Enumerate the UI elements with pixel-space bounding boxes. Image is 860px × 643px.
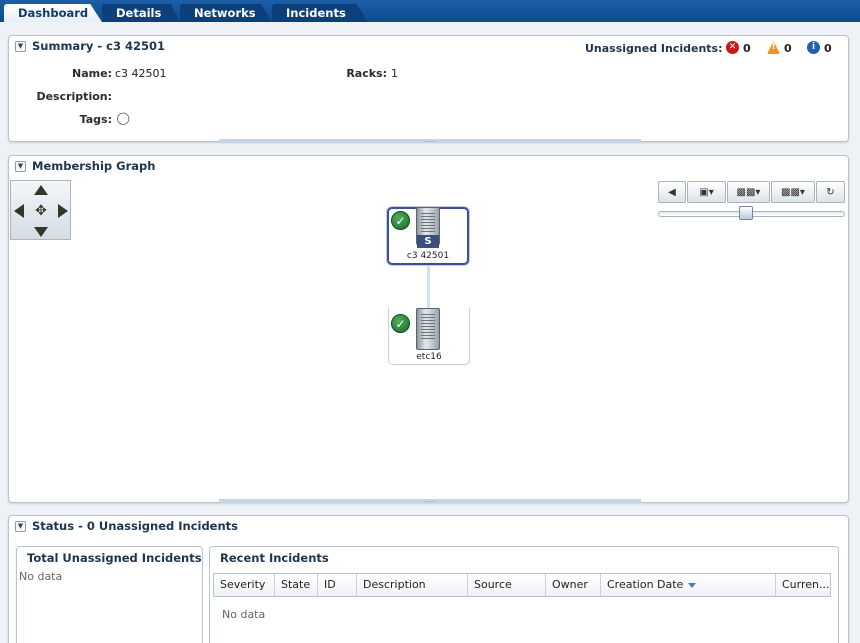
total-no-data: No data [19,570,63,583]
racks-label: Racks: [346,67,387,80]
tags-label: Tags: [79,113,112,126]
vertical-layout-button[interactable]: ▩▩▾ [771,181,815,203]
graph-edge [427,264,430,308]
grip-icon: .... [424,137,436,144]
vertical-tree-icon: ▩▩▾ [781,186,805,198]
name-value: c3 42501 [115,67,167,80]
pan-right-icon[interactable] [58,204,68,218]
layout-button[interactable]: ▣▾ [687,181,726,203]
info-icon[interactable]: i [807,41,820,54]
collapse-icon[interactable]: ▼ [15,520,26,532]
refresh-icon: ↻ [826,186,835,198]
summary-panel: ▼ Summary - c3 42501 .... [8,35,849,144]
collapse-icon[interactable]: ▼ [15,40,26,52]
column-owner[interactable]: Owner [546,574,601,596]
pan-left-icon[interactable] [14,204,24,218]
unassigned-incidents-label: Unassigned Incidents: [585,42,723,55]
critical-count[interactable]: 0 [743,42,751,55]
server-icon [416,308,440,350]
ok-check-icon: ✓ [391,211,410,230]
node-label: etc16 [416,352,442,362]
graph-title: Membership Graph [32,159,156,173]
horizontal-layout-button[interactable]: ▩▩▾ [727,181,770,203]
status-header: ▼ Status - 0 Unassigned Incidents [15,519,238,533]
column-creation-date[interactable]: Creation Date [601,574,776,596]
info-count[interactable]: 0 [824,42,832,55]
name-label: Name: [72,67,112,80]
column-source[interactable]: Source [468,574,546,596]
summary-title: Summary - c3 42501 [32,39,165,53]
column-severity[interactable]: Severity [214,574,275,596]
collapse-toolbar-button[interactable]: ◀ [658,181,686,203]
warning-count[interactable]: 0 [784,42,792,55]
column-id[interactable]: ID [318,574,357,596]
triangle-left-icon: ◀ [668,186,676,198]
incidents-table-header: Severity State ID Description Source Own… [213,573,831,597]
pan-center-icon[interactable]: ✥ [34,204,48,218]
column-current[interactable]: Curren... [776,574,830,596]
graph-node-c3[interactable]: ✓ S c3 42501 [387,207,469,265]
layout-icon: ▣▾ [699,186,714,198]
column-description[interactable]: Description [357,574,468,596]
column-state[interactable]: State [275,574,318,596]
tab-bar: Dashboard Details Networks Incidents [0,0,860,22]
tab-dashboard[interactable]: Dashboard [4,4,102,22]
horizontal-tree-icon: ▩▩▾ [736,186,761,198]
creation-date-label: Creation Date [607,578,684,591]
graph-splitter[interactable]: .... [219,497,641,504]
total-unassigned-title: Total Unassigned Incidents [27,551,202,565]
critical-icon[interactable]: ✕ [726,41,739,54]
refresh-button[interactable]: ↻ [816,181,845,203]
node-label: c3 42501 [406,251,450,261]
pan-down-icon[interactable] [34,227,48,237]
summary-header: ▼ Summary - c3 42501 [15,39,165,53]
summary-splitter[interactable]: .... [219,137,641,144]
racks-value: 1 [391,67,398,80]
rack-badge: S [417,235,439,248]
collapse-icon[interactable]: ▼ [15,160,26,172]
graph-node-etc16[interactable]: ✓ etc16 [388,308,470,365]
graph-header: ▼ Membership Graph [15,159,155,173]
recent-incidents-title: Recent Incidents [220,551,329,565]
tab-details[interactable]: Details [102,4,180,22]
sort-descending-icon [688,582,697,588]
zoom-slider-thumb[interactable] [739,206,753,220]
status-title: Status - 0 Unassigned Incidents [32,519,239,533]
total-unassigned-panel: Total Unassigned Incidents No data [16,546,203,643]
tab-networks[interactable]: Networks [180,4,272,22]
pan-control[interactable]: ✥ [10,180,71,240]
description-label: Description: [36,90,112,103]
grip-icon: .... [424,497,436,504]
ok-check-icon: ✓ [391,314,410,333]
tab-incidents[interactable]: Incidents [272,4,368,22]
pan-up-icon[interactable] [34,185,48,195]
recent-no-data: No data [222,608,266,621]
